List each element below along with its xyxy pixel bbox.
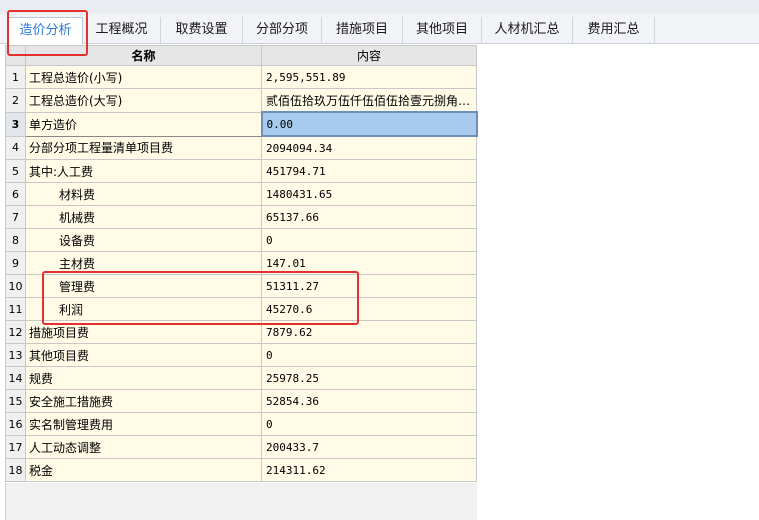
row-name[interactable]: 实名制管理费用: [25, 412, 262, 436]
table-row[interactable]: 1 工程总造价(小写) 2,595,551.89: [5, 65, 477, 89]
row-value[interactable]: 1480431.65: [261, 182, 477, 206]
cost-analysis-table: 名称 内容 1 工程总造价(小写) 2,595,551.89 2 工程总造价(大写) 贰…: [5, 45, 478, 482]
row-value[interactable]: 200433.7: [261, 435, 477, 459]
row-name[interactable]: 工程总造价(小写): [25, 65, 262, 89]
row-index: 6: [5, 182, 26, 206]
table-row[interactable]: 15 安全施工措施费 52854.36: [5, 389, 477, 413]
row-value[interactable]: 贰佰伍拾玖万伍仟伍佰伍拾壹元捌角…: [261, 88, 477, 113]
tab-measure-items[interactable]: 措施项目: [322, 17, 403, 43]
row-name[interactable]: 其他项目费: [25, 343, 262, 367]
row-name[interactable]: 其中:人工费: [25, 159, 262, 183]
row-value[interactable]: 0: [261, 228, 477, 252]
row-index: 13: [5, 343, 26, 367]
row-index: 10: [5, 274, 26, 298]
row-index: 18: [5, 458, 26, 482]
row-index: 2: [5, 88, 26, 113]
row-value[interactable]: 25978.25: [261, 366, 477, 390]
tab-sub-items[interactable]: 分部分项: [243, 17, 322, 43]
row-value[interactable]: 45270.6: [261, 297, 477, 321]
row-value-editing[interactable]: 0.00: [260, 111, 478, 137]
tab-labor-material-summary[interactable]: 人材机汇总: [482, 17, 573, 43]
row-index: 3: [5, 111, 26, 137]
corner-header: [5, 45, 26, 66]
table-row[interactable]: 9 主材费 147.01: [5, 251, 477, 275]
grid-empty-area: [5, 483, 477, 520]
row-name[interactable]: 工程总造价(大写): [25, 88, 262, 113]
row-index: 4: [5, 135, 26, 160]
row-index: 9: [5, 251, 26, 275]
table-row[interactable]: 16 实名制管理费用 0: [5, 412, 477, 436]
row-index: 16: [5, 412, 26, 436]
row-value[interactable]: 51311.27: [261, 274, 477, 298]
row-index: 5: [5, 159, 26, 183]
row-name[interactable]: 材料费: [25, 182, 262, 206]
row-value[interactable]: 52854.36: [261, 389, 477, 413]
row-name[interactable]: 单方造价: [25, 111, 262, 137]
tab-cost-analysis[interactable]: 造价分析: [8, 17, 83, 44]
row-index: 14: [5, 366, 26, 390]
row-index: 12: [5, 320, 26, 344]
window-top-strip: [0, 0, 759, 14]
content-column-header[interactable]: 内容: [261, 45, 477, 66]
tab-fee-settings[interactable]: 取费设置: [161, 17, 243, 43]
row-name[interactable]: 利润: [25, 297, 262, 321]
row-name[interactable]: 分部分项工程量清单项目费: [25, 135, 262, 160]
row-name[interactable]: 安全施工措施费: [25, 389, 262, 413]
table-row[interactable]: 14 规费 25978.25: [5, 366, 477, 390]
table-row[interactable]: 2 工程总造价(大写) 贰佰伍拾玖万伍仟伍佰伍拾壹元捌角…: [5, 88, 477, 113]
row-index: 8: [5, 228, 26, 252]
row-value[interactable]: 65137.66: [261, 205, 477, 229]
table-row[interactable]: 17 人工动态调整 200433.7: [5, 435, 477, 459]
row-name[interactable]: 措施项目费: [25, 320, 262, 344]
table-row-selected[interactable]: 3 单方造价 0.00: [5, 111, 478, 137]
row-name[interactable]: 机械费: [25, 205, 262, 229]
row-value[interactable]: 214311.62: [261, 458, 477, 482]
row-value[interactable]: 451794.71: [261, 159, 477, 183]
row-value[interactable]: 7879.62: [261, 320, 477, 344]
row-index: 7: [5, 205, 26, 229]
table-row[interactable]: 11 利润 45270.6: [5, 297, 477, 321]
table-row[interactable]: 5 其中:人工费 451794.71: [5, 159, 477, 183]
name-column-header[interactable]: 名称: [25, 45, 262, 66]
row-name[interactable]: 人工动态调整: [25, 435, 262, 459]
row-name[interactable]: 税金: [25, 458, 262, 482]
table-row[interactable]: 13 其他项目费 0: [5, 343, 477, 367]
row-index: 15: [5, 389, 26, 413]
table-row[interactable]: 6 材料费 1480431.65: [5, 182, 477, 206]
row-name[interactable]: 主材费: [25, 251, 262, 275]
row-value[interactable]: 2,595,551.89: [261, 65, 477, 89]
table-row[interactable]: 12 措施项目费 7879.62: [5, 320, 477, 344]
tab-fee-summary[interactable]: 费用汇总: [573, 17, 655, 43]
table-row[interactable]: 4 分部分项工程量清单项目费 2094094.34: [5, 135, 477, 160]
row-value[interactable]: 147.01: [261, 251, 477, 275]
row-value[interactable]: 2094094.34: [261, 135, 477, 160]
row-value[interactable]: 0: [261, 412, 477, 436]
row-name[interactable]: 设备费: [25, 228, 262, 252]
row-value[interactable]: 0: [261, 343, 477, 367]
tab-bar: 造价分析 工程概况 取费设置 分部分项 措施项目 其他项目 人材机汇总 费用汇总: [0, 14, 759, 44]
tab-other-items[interactable]: 其他项目: [403, 17, 482, 43]
table-row[interactable]: 8 设备费 0: [5, 228, 477, 252]
row-index: 11: [5, 297, 26, 321]
row-index: 17: [5, 435, 26, 459]
row-name[interactable]: 规费: [25, 366, 262, 390]
table-row[interactable]: 10 管理费 51311.27: [5, 274, 477, 298]
table-row[interactable]: 18 税金 214311.62: [5, 458, 477, 482]
row-index: 1: [5, 65, 26, 89]
tab-project-overview[interactable]: 工程概况: [83, 17, 161, 43]
table-header-row: 名称 内容: [5, 45, 477, 66]
row-name[interactable]: 管理费: [25, 274, 262, 298]
table-row[interactable]: 7 机械费 65137.66: [5, 205, 477, 229]
